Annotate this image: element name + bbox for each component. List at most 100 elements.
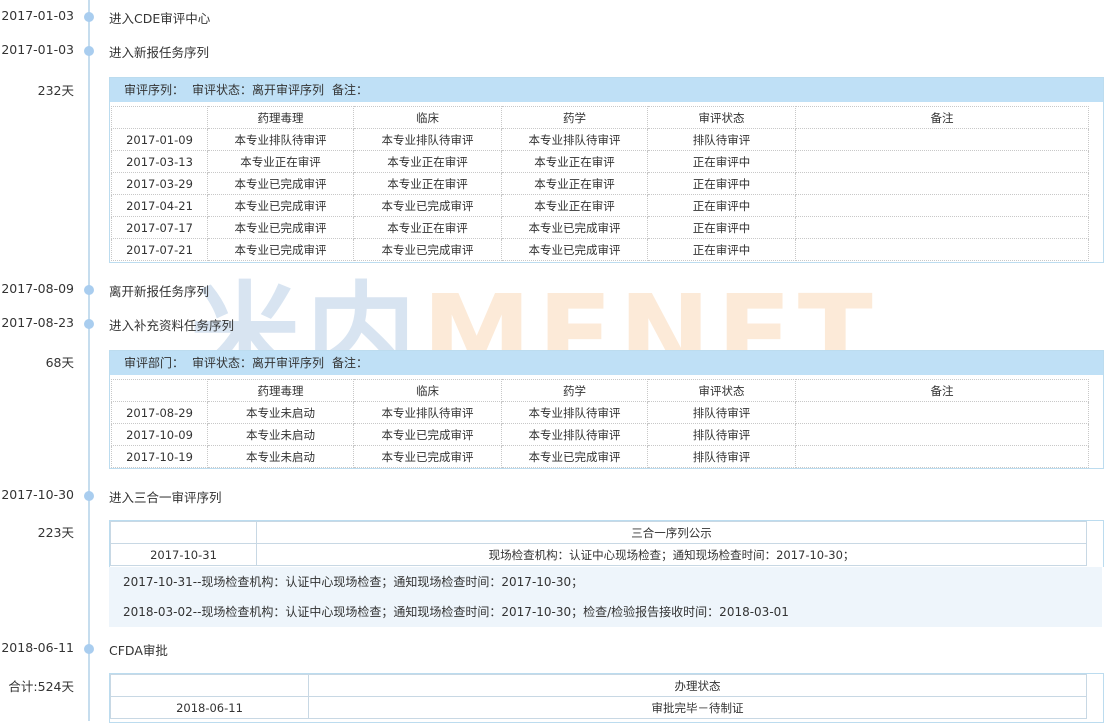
event-label: 离开新报任务序列 xyxy=(109,284,210,299)
sanheyi-table: 三合一序列公示 2017-10-31 现场检查机构：认证中心现场检查；通知现场检… xyxy=(110,521,1087,566)
cell: 本专业已完成审评 xyxy=(353,238,502,261)
review-table-1: 药理毒理 临床 药学 审评状态 备注 2017-01-09 本专业排队待审评 本… xyxy=(111,106,1089,261)
cell: 2017-07-21 xyxy=(111,238,208,261)
cell: 排队待审评 xyxy=(647,445,796,468)
cell: 本专业排队待审评 xyxy=(501,401,648,424)
header-sequence: 审评序列： xyxy=(124,83,185,97)
table-header-row: 药理毒理 临床 药学 审评状态 备注 xyxy=(111,379,1089,402)
approval-table: 办理状态 2018-06-11 审批完毕－待制证 xyxy=(110,674,1087,719)
cell xyxy=(795,128,1089,151)
cell: 本专业已完成审评 xyxy=(353,194,502,217)
cell: 正在审评中 xyxy=(647,216,796,239)
cell: 本专业正在审评 xyxy=(353,216,502,239)
event-label: 进入CDE审评中心 xyxy=(109,11,211,26)
cell-date: 2017-10-31 xyxy=(110,543,257,566)
cell xyxy=(795,216,1089,239)
cell: 本专业正在审评 xyxy=(501,172,648,195)
cell xyxy=(795,238,1089,261)
cell: 排队待审评 xyxy=(647,128,796,151)
col-header: 备注 xyxy=(795,106,1089,129)
note-line: 2018-03-02--现场检查机构：认证中心现场检查；通知现场检查时间：201… xyxy=(123,605,789,619)
col-header: 临床 xyxy=(353,106,502,129)
cell: 2017-10-09 xyxy=(111,423,208,446)
cell: 本专业已完成审评 xyxy=(501,445,648,468)
approval-title: 办理状态 xyxy=(308,674,1087,697)
cell: 本专业未启动 xyxy=(207,423,354,446)
cell: 本专业正在审评 xyxy=(207,150,354,173)
col-header: 审评状态 xyxy=(647,379,796,402)
cell: 2017-01-09 xyxy=(111,128,208,151)
panel-header: 审评部门： 审评状态：离开审评序列 备注： xyxy=(110,351,1103,375)
cell: 本专业未启动 xyxy=(207,401,354,424)
panel-header: 审评序列： 审评状态：离开审评序列 备注： xyxy=(110,78,1103,102)
table-row: 2017-10-19 本专业未启动 本专业已完成审评 本专业已完成审评 排队待审… xyxy=(111,445,1089,468)
review-table-2: 药理毒理 临床 药学 审评状态 备注 2017-08-29 本专业未启动 本专业… xyxy=(111,379,1089,468)
cell: 本专业排队待审评 xyxy=(501,423,648,446)
table-row: 2018-06-11 审批完毕－待制证 xyxy=(110,696,1087,719)
table-row: 2017-08-29 本专业未启动 本专业排队待审评 本专业排队待审评 排队待审… xyxy=(111,401,1089,424)
timeline-dot xyxy=(84,319,94,329)
cell: 本专业已完成审评 xyxy=(207,238,354,261)
event-label: 进入补充资料任务序列 xyxy=(109,318,235,333)
event-date: 2017-08-23 xyxy=(1,315,74,330)
cell: 本专业已完成审评 xyxy=(207,172,354,195)
cell: 本专业正在审评 xyxy=(353,150,502,173)
event-date: 2017-08-09 xyxy=(1,281,74,296)
cell: 本专业排队待审评 xyxy=(353,401,502,424)
table-row: 2017-03-29 本专业已完成审评 本专业正在审评 本专业正在审评 正在审评… xyxy=(111,172,1089,195)
cell: 本专业排队待审评 xyxy=(501,128,648,151)
table-header-row: 药理毒理 临床 药学 审评状态 备注 xyxy=(111,106,1089,129)
table-row: 2017-07-21 本专业已完成审评 本专业已完成审评 本专业已完成审评 正在… xyxy=(111,238,1089,261)
duration-days: 68天 xyxy=(45,355,74,370)
col-header: 药学 xyxy=(501,106,648,129)
header-department: 审评部门： xyxy=(124,356,185,370)
cell xyxy=(795,150,1089,173)
cell: 本专业已完成审评 xyxy=(353,423,502,446)
cell: 本专业正在审评 xyxy=(501,194,648,217)
cell: 2017-10-19 xyxy=(111,445,208,468)
cell: 本专业正在审评 xyxy=(353,172,502,195)
cell-date: 2018-06-11 xyxy=(110,696,309,719)
duration-days: 223天 xyxy=(37,525,74,540)
cell: 2017-03-29 xyxy=(111,172,208,195)
cell: 2017-03-13 xyxy=(111,150,208,173)
duration-days: 232天 xyxy=(37,83,74,98)
header-status: 审评状态：离开审评序列 xyxy=(192,356,325,370)
review-panel-2: 审评部门： 审评状态：离开审评序列 备注： 药理毒理 临床 药学 审评状态 备注 2… xyxy=(109,350,1104,469)
cell: 本专业已完成审评 xyxy=(207,216,354,239)
review-panel-1: 审评序列： 审评状态：离开审评序列 备注： 药理毒理 临床 药学 审评状态 备注 2… xyxy=(109,77,1104,263)
col-header: 药理毒理 xyxy=(207,379,354,402)
event-date: 2017-01-03 xyxy=(1,8,74,23)
col-header-blank xyxy=(110,674,309,697)
table-row: 2017-10-31 现场检查机构：认证中心现场检查；通知现场检查时间：2017… xyxy=(110,543,1087,566)
timeline-dot xyxy=(84,46,94,56)
event-date: 2017-01-03 xyxy=(1,42,74,57)
cell xyxy=(795,445,1089,468)
table-row: 2017-01-09 本专业排队待审评 本专业排队待审评 本专业排队待审评 排队… xyxy=(111,128,1089,151)
header-note: 备注： xyxy=(332,356,369,370)
duration-total: 合计:524天 xyxy=(8,679,74,694)
cell: 正在审评中 xyxy=(647,150,796,173)
cell: 本专业未启动 xyxy=(207,445,354,468)
event-label: 进入新报任务序列 xyxy=(109,45,210,60)
col-header: 临床 xyxy=(353,379,502,402)
cell-text: 现场检查机构：认证中心现场检查；通知现场检查时间：2017-10-30； xyxy=(256,543,1087,566)
approval-panel: 办理状态 2018-06-11 审批完毕－待制证 xyxy=(109,673,1104,723)
col-header: 审评状态 xyxy=(647,106,796,129)
col-header xyxy=(111,106,208,129)
cell xyxy=(795,423,1089,446)
cell: 排队待审评 xyxy=(647,423,796,446)
event-label: CFDA审批 xyxy=(109,643,168,658)
timeline-dot xyxy=(84,491,94,501)
cell: 本专业已完成审评 xyxy=(501,238,648,261)
inspection-notes: 2017-10-31--现场检查机构：认证中心现场检查；通知现场检查时间：201… xyxy=(109,567,1102,627)
event-date: 2018-06-11 xyxy=(1,640,74,655)
cell xyxy=(795,401,1089,424)
cell: 本专业已完成审评 xyxy=(501,216,648,239)
table-row: 2017-04-21 本专业已完成审评 本专业已完成审评 本专业正在审评 正在审… xyxy=(111,194,1089,217)
col-header: 药学 xyxy=(501,379,648,402)
cell xyxy=(795,172,1089,195)
table-header-row: 办理状态 xyxy=(110,674,1087,697)
col-header: 备注 xyxy=(795,379,1089,402)
cell: 2017-08-29 xyxy=(111,401,208,424)
